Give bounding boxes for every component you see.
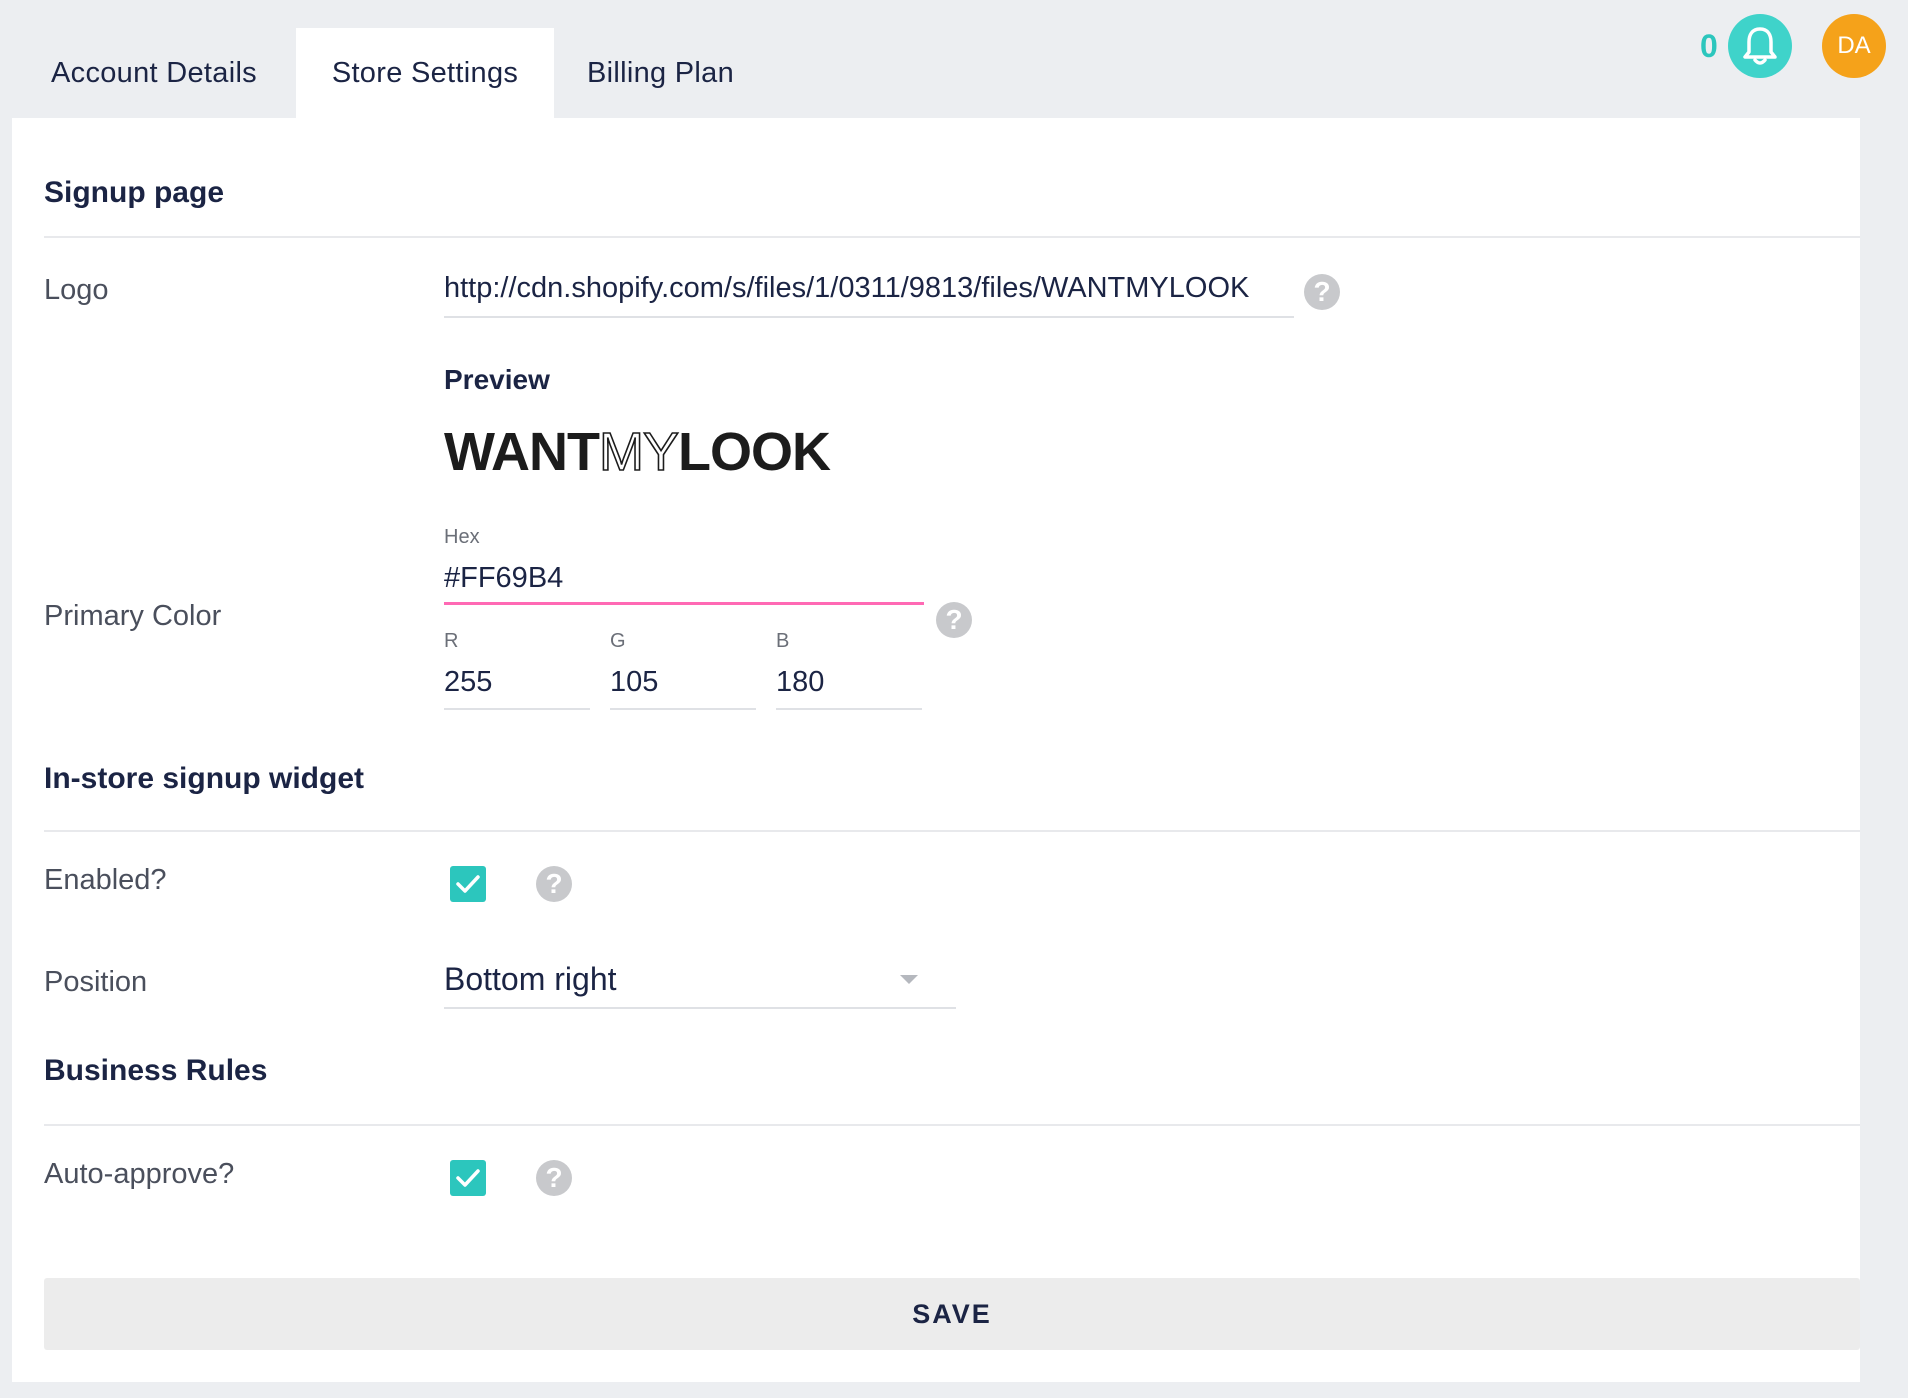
save-button[interactable]: SAVE xyxy=(44,1278,1860,1350)
divider xyxy=(44,830,1860,832)
section-title-business: Business Rules xyxy=(44,1054,268,1087)
help-icon-auto-approve[interactable]: ? xyxy=(536,1160,572,1196)
logo-text-want: WANT xyxy=(444,422,600,480)
r-input[interactable]: 255 xyxy=(444,658,590,710)
preview-title: Preview xyxy=(444,364,550,395)
primary-color-label: Primary Color xyxy=(44,600,222,632)
divider xyxy=(44,1124,1860,1126)
hex-input[interactable]: #FF69B4 xyxy=(444,556,924,605)
tab-store-settings[interactable]: Store Settings xyxy=(296,28,554,118)
logo-text-look: LOOK xyxy=(678,422,831,480)
divider xyxy=(44,236,1860,238)
help-icon-logo[interactable]: ? xyxy=(1304,274,1340,310)
notification-count: 0 xyxy=(1700,27,1718,64)
enabled-label: Enabled? xyxy=(44,864,167,896)
logo-url-input[interactable]: http://cdn.shopify.com/s/files/1/0311/98… xyxy=(444,266,1294,318)
position-select-value: Bottom right xyxy=(444,961,617,997)
help-icon-enabled[interactable]: ? xyxy=(536,866,572,902)
enabled-checkbox[interactable] xyxy=(450,866,486,902)
logo-label: Logo xyxy=(44,274,109,306)
b-label: B xyxy=(776,630,790,652)
bell-icon[interactable] xyxy=(1727,14,1792,78)
help-icon-color[interactable]: ? xyxy=(936,602,972,638)
position-select[interactable]: Bottom right xyxy=(444,953,956,1009)
section-title-signup: Signup page xyxy=(44,176,224,209)
b-input[interactable]: 180 xyxy=(776,658,922,710)
avatar[interactable]: DA xyxy=(1822,14,1886,78)
g-label: G xyxy=(610,630,626,652)
tab-billing-plan[interactable]: Billing Plan xyxy=(554,28,767,118)
r-label: R xyxy=(444,630,459,652)
auto-approve-checkbox[interactable] xyxy=(450,1160,486,1196)
notifications: 0 xyxy=(1700,14,1792,78)
settings-panel: Signup page Logo http://cdn.shopify.com/… xyxy=(12,118,1860,1382)
tab-account-details[interactable]: Account Details xyxy=(12,28,296,118)
chevron-down-icon xyxy=(900,975,918,984)
auto-approve-label: Auto-approve? xyxy=(44,1158,235,1190)
position-label: Position xyxy=(44,966,148,998)
tab-bar: Account Details Store Settings Billing P… xyxy=(12,28,767,118)
logo-text-my: MY xyxy=(599,422,678,480)
g-input[interactable]: 105 xyxy=(610,658,756,710)
preview-logo: WANTMYLOOK xyxy=(444,420,864,485)
hex-label: Hex xyxy=(444,526,480,548)
svg-text:WANTMYLOOK: WANTMYLOOK xyxy=(444,422,831,480)
section-title-widget: In-store signup widget xyxy=(44,762,364,795)
